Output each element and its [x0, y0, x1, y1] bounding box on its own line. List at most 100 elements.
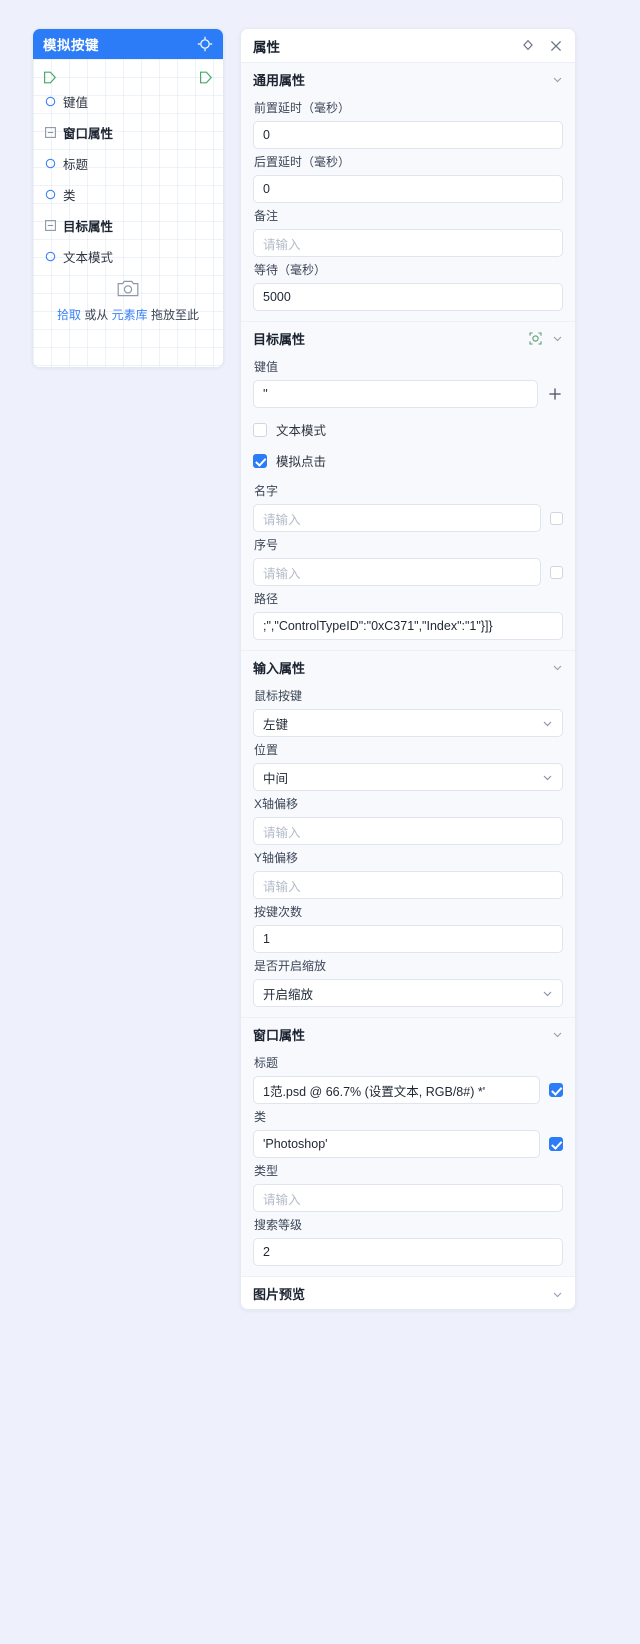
simulate-click-checkbox[interactable] — [253, 453, 267, 468]
node-item-label: 键值 — [63, 96, 89, 110]
field-x-offset: X轴偏移 请输入 — [253, 795, 563, 845]
window-title-input[interactable]: 1范.psd @ 66.7% (设置文本, RGB/8#) *' — [253, 1076, 540, 1104]
field-post-delay-label: 后置延时（毫秒） — [254, 155, 351, 169]
search-level-input[interactable]: 2 — [253, 1238, 563, 1266]
circle-icon — [45, 96, 56, 107]
plus-icon[interactable] — [547, 386, 563, 402]
text-mode-checkbox[interactable] — [253, 422, 267, 437]
field-click-count: 按键次数 1 — [253, 903, 563, 953]
keyvalue-input[interactable]: '' — [253, 380, 538, 408]
remark-input[interactable]: 请输入 — [253, 229, 563, 257]
field-post-delay: 后置延时（毫秒） 0 — [253, 153, 563, 203]
window-type-input[interactable]: 请输入 — [253, 1184, 563, 1212]
node-item-label: 标题 — [63, 158, 89, 172]
node-item-label: 类 — [63, 189, 76, 203]
field-mouse-button-label: 鼠标按键 — [254, 689, 303, 703]
position-select[interactable]: 中间 — [253, 763, 563, 791]
y-offset-input[interactable]: 请输入 — [253, 871, 563, 899]
chevron-down-icon — [542, 718, 553, 729]
port-in-icon[interactable] — [43, 71, 57, 84]
collapse-box-icon[interactable] — [45, 127, 56, 138]
section-input-title: 输入属性 — [253, 660, 306, 676]
path-value: ;","ControlTypeID":"0xC371","Index":"1"}… — [263, 619, 493, 633]
properties-header: 属性 — [241, 29, 575, 63]
properties-panel: 属性 通用属性 前置延时（毫秒） 0 后置延时（毫秒） 0 备注 请输入 等待（… — [240, 28, 576, 1310]
field-name-label: 名字 — [254, 484, 279, 498]
mouse-button-value: 左键 — [263, 717, 289, 732]
crosshair-icon[interactable] — [197, 36, 213, 52]
zoom-select[interactable]: 开启缩放 — [253, 979, 563, 1007]
node-item-title[interactable]: 标题 — [33, 148, 223, 179]
chevron-down-icon[interactable] — [552, 662, 563, 673]
wait-input[interactable]: 5000 — [253, 283, 563, 311]
field-y-offset: Y轴偏移 请输入 — [253, 849, 563, 899]
x-offset-input[interactable]: 请输入 — [253, 817, 563, 845]
path-input[interactable]: ;","ControlTypeID":"0xC371","Index":"1"}… — [253, 612, 563, 640]
post-delay-input[interactable]: 0 — [253, 175, 563, 203]
node-item-target-props[interactable]: 目标属性 — [33, 210, 223, 241]
field-window-title: 标题 1范.psd @ 66.7% (设置文本, RGB/8#) *' — [253, 1054, 563, 1104]
window-title-enable-checkbox[interactable] — [549, 1083, 563, 1097]
section-target-icons — [529, 331, 563, 345]
circle-icon — [45, 189, 56, 200]
collapse-expand-icon[interactable] — [521, 39, 535, 53]
field-keyvalue: 键值 '' — [253, 358, 563, 408]
node-item-text-mode[interactable]: 文本模式 — [33, 241, 223, 272]
mouse-button-select[interactable]: 左键 — [253, 709, 563, 737]
field-path: 路径 ;","ControlTypeID":"0xC371","Index":"… — [253, 590, 563, 640]
section-window-header[interactable]: 窗口属性 — [253, 1018, 563, 1050]
section-window-title: 窗口属性 — [253, 1027, 306, 1043]
node-card-body: 键值 窗口属性 标题 类 目标属性 文本模式 拾取 或从 元素库 拖放至此 — [33, 59, 223, 367]
section-preview-header[interactable]: 图片预览 — [241, 1277, 575, 1309]
node-item-keyvalue[interactable]: 键值 — [33, 86, 223, 117]
checkbox-text-mode[interactable]: 文本模式 — [253, 420, 563, 439]
chevron-down-icon[interactable] — [552, 74, 563, 85]
field-click-count-label: 按键次数 — [254, 905, 303, 919]
drop-tail-label: 拖放至此 — [151, 308, 200, 322]
x-offset-placeholder: 请输入 — [263, 825, 301, 840]
click-count-input[interactable]: 1 — [253, 925, 563, 953]
close-icon[interactable] — [549, 39, 563, 53]
element-library-link[interactable]: 元素库 — [112, 308, 148, 322]
section-window: 窗口属性 标题 1范.psd @ 66.7% (设置文本, RGB/8#) *'… — [241, 1018, 575, 1277]
pre-delay-input[interactable]: 0 — [253, 121, 563, 149]
pick-link[interactable]: 拾取 — [57, 308, 81, 322]
checkbox-simulate-click[interactable]: 模拟点击 — [253, 451, 563, 470]
field-position: 位置 中间 — [253, 741, 563, 791]
chevron-down-icon[interactable] — [552, 333, 563, 344]
port-out-icon[interactable] — [199, 71, 213, 84]
field-search-level-label: 搜索等级 — [254, 1218, 303, 1232]
app-root: 模拟按键 键值 窗口属性 标题 类 目标属性 文本模式 拾取 或从 元素库 拖放… — [0, 0, 640, 1644]
collapse-box-icon[interactable] — [45, 220, 56, 231]
chevron-down-icon[interactable] — [552, 1029, 563, 1040]
node-item-label: 目标属性 — [63, 220, 114, 234]
name-enable-checkbox[interactable] — [550, 511, 563, 525]
window-class-input[interactable]: 'Photoshop' — [253, 1130, 540, 1158]
element-picker-icon[interactable] — [529, 331, 542, 345]
node-item-class[interactable]: 类 — [33, 179, 223, 210]
field-window-class: 类 'Photoshop' — [253, 1108, 563, 1158]
section-target-header[interactable]: 目标属性 — [253, 322, 563, 354]
field-position-label: 位置 — [254, 743, 279, 757]
chevron-down-icon — [542, 772, 553, 783]
section-input-header[interactable]: 输入属性 — [253, 651, 563, 683]
element-drop-zone[interactable]: 拾取 或从 元素库 拖放至此 — [33, 278, 223, 323]
field-window-type-label: 类型 — [254, 1164, 279, 1178]
panel-title: 属性 — [253, 39, 280, 55]
node-item-label: 窗口属性 — [63, 127, 114, 141]
name-placeholder: 请输入 — [263, 512, 301, 527]
node-item-window-props[interactable]: 窗口属性 — [33, 117, 223, 148]
window-class-enable-checkbox[interactable] — [549, 1137, 563, 1151]
index-input[interactable]: 请输入 — [253, 558, 541, 586]
section-general-header[interactable]: 通用属性 — [253, 63, 563, 95]
node-item-label: 文本模式 — [63, 251, 114, 265]
zoom-value: 开启缩放 — [263, 987, 314, 1002]
field-pre-delay: 前置延时（毫秒） 0 — [253, 99, 563, 149]
section-preview-title: 图片预览 — [253, 1286, 306, 1302]
pre-delay-value: 0 — [263, 128, 270, 142]
index-enable-checkbox[interactable] — [550, 565, 563, 579]
chevron-down-icon[interactable] — [552, 1288, 563, 1299]
section-general-title: 通用属性 — [253, 72, 306, 88]
section-target: 目标属性 键值 '' 文本模式 模拟点击 名字 请输入 序号 请输入 路径 ;"… — [241, 322, 575, 651]
name-input[interactable]: 请输入 — [253, 504, 541, 532]
